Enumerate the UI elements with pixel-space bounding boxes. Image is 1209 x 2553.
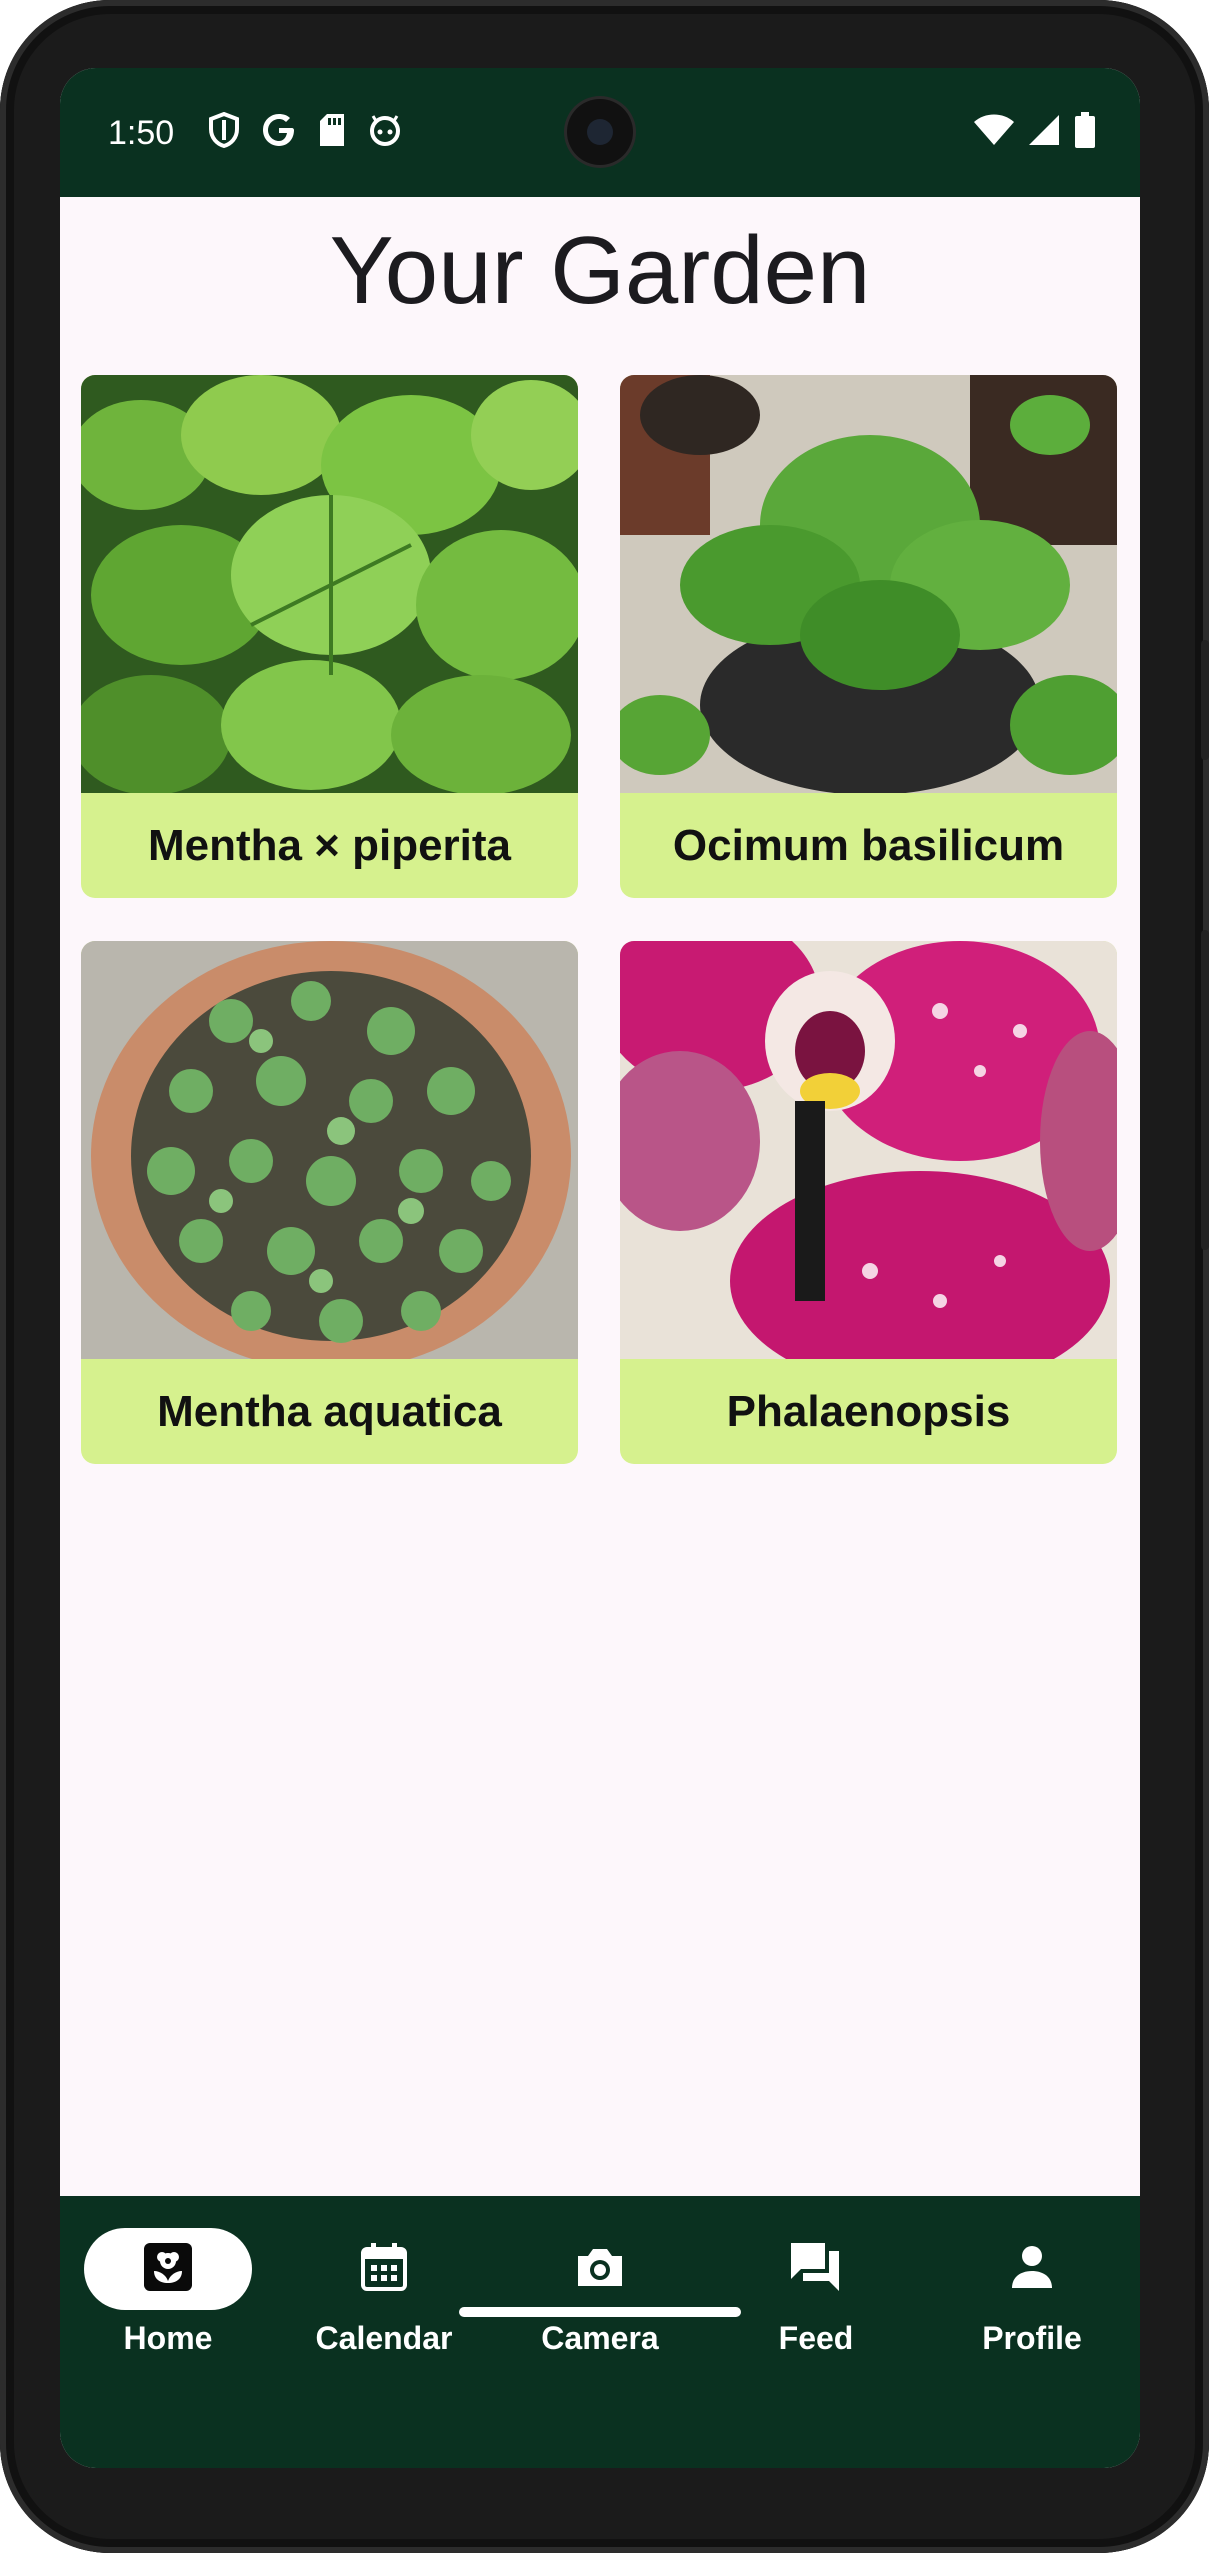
sd-card-icon xyxy=(318,113,346,147)
nav-icon-container xyxy=(300,2228,468,2310)
plant-name: Ocimum basilicum xyxy=(672,821,1065,870)
nav-icon-container xyxy=(732,2228,900,2310)
nav-label: Home xyxy=(123,2320,213,2356)
nav-label: Feed xyxy=(778,2320,854,2356)
plant-photo-basil xyxy=(620,375,1117,793)
power-button xyxy=(1201,640,1209,760)
app-screen: 1:50 Your Garden Mentha × piperita Ocimu… xyxy=(60,68,1140,2468)
phone-frame: 1:50 Your Garden Mentha × piperita Ocimu… xyxy=(0,0,1209,2553)
battery-icon xyxy=(1074,112,1096,148)
nav-icon-container xyxy=(948,2228,1116,2310)
plant-photo-orchid xyxy=(620,941,1117,1359)
bottom-navigation: Home Calendar Camera Feed Profile xyxy=(60,2196,1140,2468)
plant-card[interactable]: Mentha aquatica xyxy=(81,941,578,1464)
google-icon xyxy=(262,113,296,147)
plant-name: Mentha aquatica xyxy=(157,1387,502,1436)
nav-label: Profile xyxy=(982,2320,1082,2356)
signal-icon xyxy=(1028,114,1060,146)
nav-label: Calendar xyxy=(315,2320,453,2356)
shield-icon xyxy=(208,112,240,148)
nav-item-home[interactable]: Home xyxy=(60,2228,276,2357)
nav-item-calendar[interactable]: Calendar xyxy=(276,2228,492,2357)
status-icons-left xyxy=(208,112,402,148)
status-bar: 1:50 xyxy=(60,68,1140,197)
plant-name: Mentha × piperita xyxy=(147,821,512,870)
wifi-icon xyxy=(974,114,1014,146)
volume-button xyxy=(1201,930,1209,1250)
android-icon xyxy=(368,114,402,146)
plant-card[interactable]: Mentha × piperita xyxy=(81,375,578,898)
nav-item-feed[interactable]: Feed xyxy=(708,2228,924,2357)
plant-card[interactable]: Phalaenopsis xyxy=(620,941,1117,1464)
plant-card[interactable]: Ocimum basilicum xyxy=(620,375,1117,898)
nav-label: Camera xyxy=(541,2320,659,2356)
nav-item-camera[interactable]: Camera xyxy=(492,2228,708,2357)
chat-bubbles-icon xyxy=(789,2241,843,2298)
gesture-navigation-bar[interactable] xyxy=(459,2307,741,2317)
camera-icon xyxy=(574,2244,626,2295)
calendar-icon xyxy=(359,2241,409,2298)
page-title: Your Garden xyxy=(329,217,871,324)
nav-item-profile[interactable]: Profile xyxy=(924,2228,1140,2357)
nav-active-indicator xyxy=(84,2228,252,2310)
status-icons-right xyxy=(974,112,1096,148)
person-icon xyxy=(1008,2244,1056,2295)
nav-icon-container xyxy=(516,2228,684,2310)
status-time: 1:50 xyxy=(108,114,175,152)
front-camera xyxy=(567,99,633,165)
home-plant-icon xyxy=(142,2241,194,2298)
plant-photo-mint xyxy=(81,375,578,793)
plant-photo-water-mint xyxy=(81,941,578,1359)
plant-name: Phalaenopsis xyxy=(726,1387,1011,1436)
